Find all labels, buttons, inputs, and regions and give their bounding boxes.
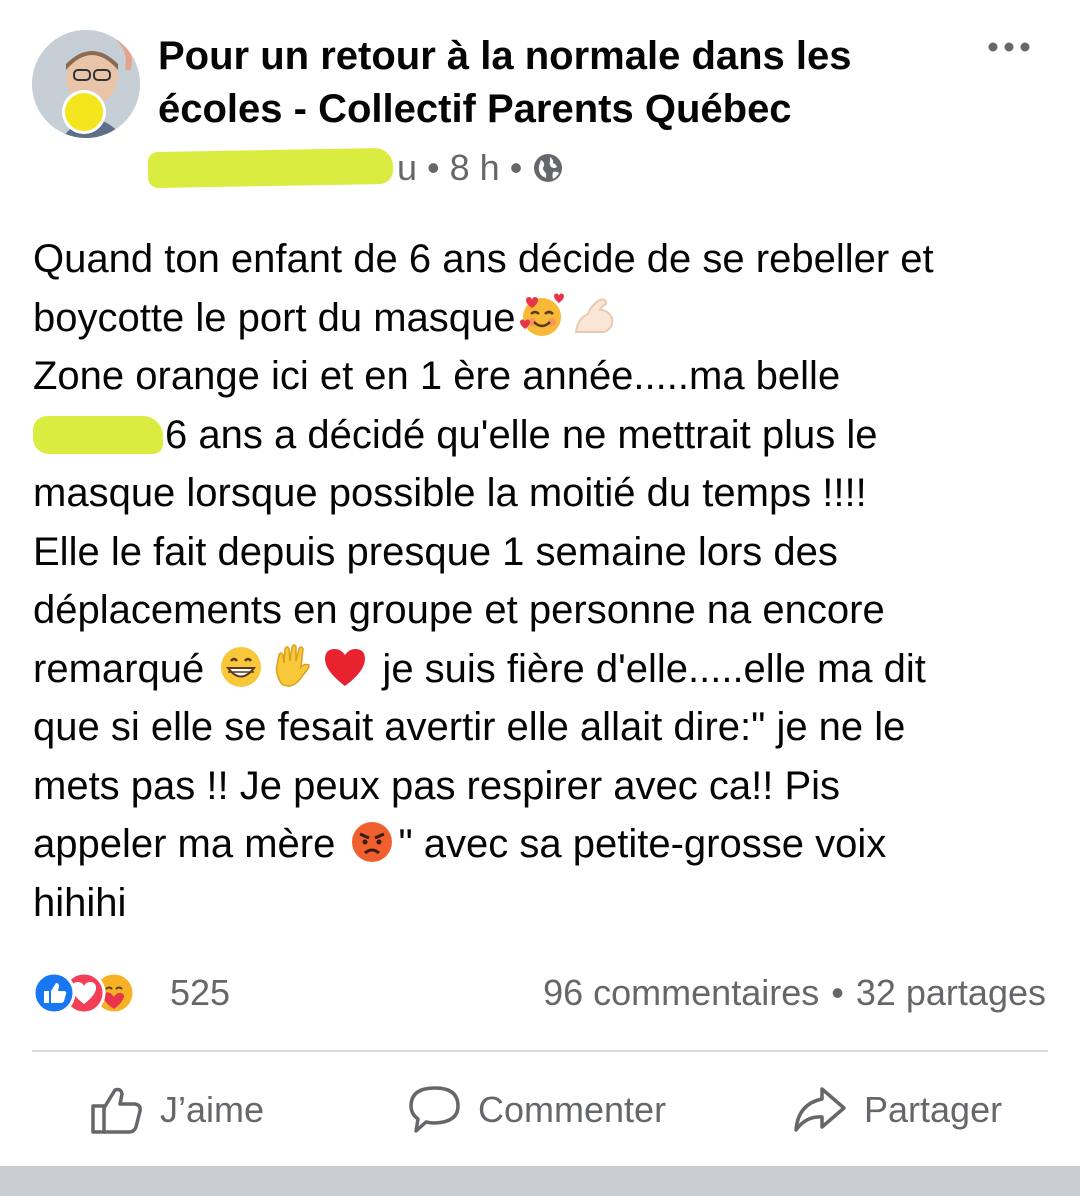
group-title[interactable]: Pour un retour à la normale dans les éco… <box>158 30 958 136</box>
share-arrow-icon <box>794 1087 846 1132</box>
like-button[interactable]: J’aime <box>90 1070 264 1150</box>
post-line: remarqué je suis fière d'elle.....elle m… <box>33 640 1053 699</box>
action-bar: J’aime Commenter Partager <box>0 1070 1080 1150</box>
like-icon <box>32 971 76 1015</box>
reactions-summary[interactable]: 525 <box>32 970 230 1016</box>
like-label: J’aime <box>160 1089 265 1130</box>
smiling-face-with-hearts-emoji <box>519 293 564 336</box>
meta-separator: • <box>509 147 523 188</box>
reaction-icons <box>32 971 162 1015</box>
post-line-text: " avec sa petite-grosse voix <box>398 822 887 866</box>
post-line-text: je suis fière d'elle.....elle ma dit <box>371 646 926 691</box>
post-line: masque lorsque possible la moitié du tem… <box>33 471 867 515</box>
post-line: Quand ton enfant de 6 ans décide de se r… <box>33 237 934 281</box>
post-time[interactable]: 8 h <box>450 147 500 189</box>
comment-label: Commenter <box>478 1089 667 1130</box>
group-avatar[interactable] <box>32 30 140 138</box>
post-line: déplacements en groupe et personne na en… <box>33 588 885 632</box>
post-line-text: boycotte le port du masque <box>33 295 516 340</box>
flexed-biceps-emoji <box>574 298 613 333</box>
globe-icon <box>534 154 563 182</box>
more-icon <box>988 42 1030 52</box>
post-line-text: remarqué <box>33 646 216 691</box>
post-stats: 96 commentaires • 32 partages <box>543 970 1046 1016</box>
comment-bubble-icon <box>409 1086 460 1133</box>
post-line-text: 6 ans a décidé qu'elle ne mettrait plus … <box>165 412 878 457</box>
shares-count[interactable]: 32 partages <box>856 972 1046 1014</box>
author-name-suffix[interactable]: u <box>397 147 417 189</box>
comments-count[interactable]: 96 commentaires <box>543 972 819 1014</box>
post-line-text: appeler ma mère <box>33 822 347 866</box>
share-button[interactable]: Partager <box>792 1070 1002 1150</box>
red-heart-emoji <box>325 648 366 686</box>
post-line: hihihi <box>33 880 127 925</box>
meta-separator: • <box>427 147 440 188</box>
post-body: Quand ton enfant de 6 ans décide de se r… <box>33 230 1053 932</box>
post-line: 6 ans a décidé qu'elle ne mettrait plus … <box>33 406 1053 465</box>
post-line: appeler ma mère " avec sa petite-grosse … <box>33 815 1053 874</box>
divider <box>32 1050 1048 1052</box>
stats-separator: • <box>831 972 844 1013</box>
redacted-child-name <box>33 415 163 454</box>
grinning-face-emoji <box>221 646 262 687</box>
post-line: Elle le fait depuis presque 1 semaine lo… <box>33 529 838 574</box>
feed-separator-bar <box>0 1166 1080 1196</box>
post-meta: u • 8 h • <box>147 143 564 193</box>
more-options-button[interactable] <box>984 30 1034 64</box>
comment-button[interactable]: Commenter <box>408 1070 666 1150</box>
thumbs-up-icon <box>91 1087 142 1134</box>
post-line: mets pas !! Je peux pas respirer avec ca… <box>33 763 841 808</box>
post-line: que si elle se fesait avertir elle allai… <box>33 705 906 749</box>
post-line: boycotte le port du masque <box>33 289 1053 348</box>
pouting-face-emoji <box>352 822 393 862</box>
raised-hand-emoji <box>276 643 311 687</box>
post-line: Zone orange ici et en 1 ère année.....ma… <box>33 354 841 398</box>
reaction-count[interactable]: 525 <box>170 972 230 1014</box>
share-label: Partager <box>864 1089 1003 1130</box>
redacted-author-name <box>147 147 394 189</box>
